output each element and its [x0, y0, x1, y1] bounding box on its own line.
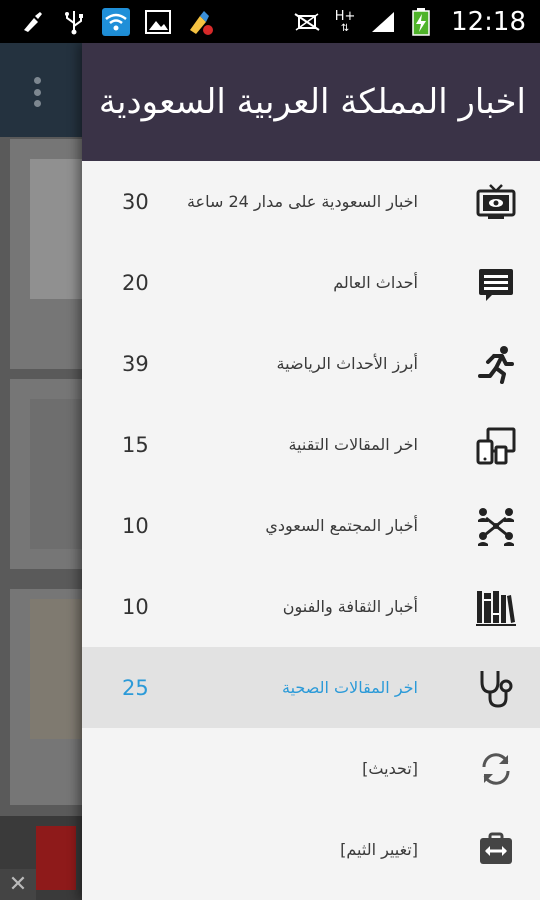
people-network-icon [474, 504, 518, 548]
item-label: [تغيير الثيم] [340, 840, 418, 859]
background-card[interactable] [10, 139, 82, 369]
item-label: أبرز الأحداث الرياضية [276, 354, 418, 373]
menu-item-health[interactable]: 25 اخر المقالات الصحية [82, 647, 540, 728]
books-icon [474, 585, 518, 629]
item-label: أحداث العالم [333, 273, 418, 292]
item-label: أخبار الثقافة والفنون [282, 597, 418, 616]
signal-strength-icon [369, 8, 397, 36]
background-card[interactable] [10, 589, 82, 805]
drawer-header: اخبار المملكة العربية السعودية [82, 43, 540, 161]
menu-item-sports[interactable]: 39 أبرز الأحداث الرياضية [82, 323, 540, 404]
swap-icon [474, 828, 518, 872]
item-label: اخبار السعودية على مدار 24 ساعة [186, 192, 418, 211]
network-type-icon: H+ ⇅ [334, 8, 356, 34]
menu-item-saudi-news[interactable]: 30 اخبار السعودية على مدار 24 ساعة [82, 161, 540, 242]
item-label: اخر المقالات التقنية [288, 435, 418, 454]
app-notification-icon [186, 8, 214, 36]
ad-close-icon[interactable]: ✕ [0, 869, 36, 900]
menu-item-refresh[interactable]: [تحديث] [82, 728, 540, 809]
item-count: 39 [122, 351, 149, 376]
item-label: أخبار المجتمع السعودي [265, 516, 418, 535]
usb-icon [60, 8, 88, 36]
item-count: 25 [122, 675, 149, 700]
status-bar: H+ ⇅ 12:18 [0, 0, 540, 43]
refresh-icon [474, 747, 518, 791]
network-type-label: H+ [334, 8, 356, 24]
devices-icon [474, 423, 518, 467]
item-label: [تحديث] [362, 759, 418, 778]
item-count: 10 [122, 594, 149, 619]
cleaner-icon [18, 8, 46, 36]
menu-item-world-events[interactable]: 20 أحداث العالم [82, 242, 540, 323]
wifi-icon [102, 7, 130, 36]
menu-item-society[interactable]: 10 أخبار المجتمع السعودي [82, 485, 540, 566]
message-icon [474, 261, 518, 305]
item-count: 10 [122, 513, 149, 538]
battery-charging-icon [407, 7, 435, 36]
drawer-title: اخبار المملكة العربية السعودية [98, 82, 526, 122]
stethoscope-icon [474, 666, 518, 710]
running-icon [474, 342, 518, 386]
menu-item-culture[interactable]: 10 أخبار الثقافة والفنون [82, 566, 540, 647]
item-count: 15 [122, 432, 149, 457]
background-card[interactable] [10, 379, 82, 569]
menu-item-tech[interactable]: 15 اخر المقالات التقنية [82, 404, 540, 485]
signal-off-icon [293, 8, 321, 36]
overflow-menu-icon[interactable] [34, 77, 42, 107]
status-time: 12:18 [451, 6, 526, 37]
item-count: 30 [122, 189, 149, 214]
image-icon [144, 8, 172, 36]
item-label: اخر المقالات الصحية [282, 678, 418, 697]
navigation-drawer: اخبار المملكة العربية السعودية 30 اخبار … [82, 43, 540, 900]
drawer-menu: 30 اخبار السعودية على مدار 24 ساعة 20 أح… [82, 161, 540, 890]
item-count: 20 [122, 270, 149, 295]
tv-icon [474, 180, 518, 224]
menu-item-change-theme[interactable]: [تغيير الثيم] [82, 809, 540, 890]
